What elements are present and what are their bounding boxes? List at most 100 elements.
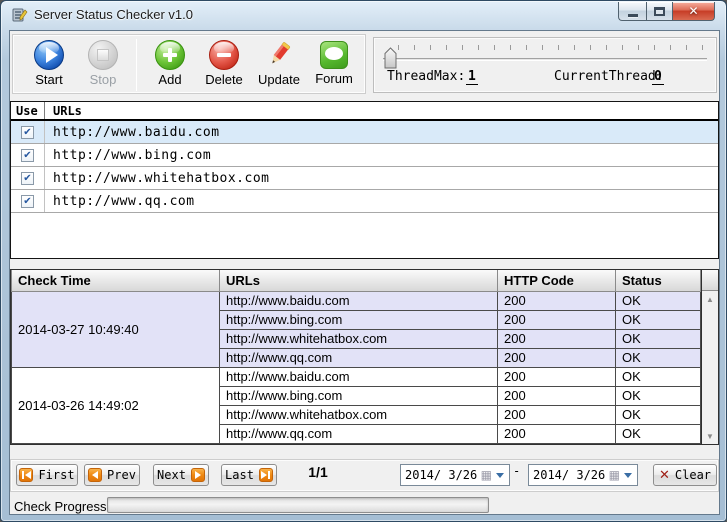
slider-tick-marks [398,45,704,50]
date-range-separator: - [513,464,520,486]
url-checkbox[interactable]: ✔ [21,195,34,208]
first-page-button[interactable]: First [16,464,78,486]
caption-buttons: ✕ [618,2,715,21]
result-url-cell: http://www.whitehatbox.com [220,329,498,348]
toolbar: Start Stop Add Delete [12,34,366,94]
url-checkbox[interactable]: ✔ [21,126,34,139]
chevron-down-icon[interactable] [496,473,504,482]
last-page-button[interactable]: Last [221,464,277,486]
url-row[interactable]: ✔ http://www.whitehatbox.com [11,167,718,190]
forum-chat-icon [320,41,348,69]
start-button[interactable]: Start [22,37,76,93]
maximize-button[interactable] [646,2,673,21]
result-code-cell: 200 [498,405,616,424]
url-text: http://www.qq.com [45,190,718,212]
chevron-down-icon[interactable] [624,473,632,482]
toolbar-separator [136,39,137,91]
next-page-button[interactable]: Next [153,464,209,486]
result-status-cell: OK [616,367,701,386]
scroll-up-icon[interactable]: ▲ [702,291,718,307]
threadmax-value: 1 [466,69,478,85]
window-title: Server Status Checker v1.0 [34,1,193,29]
results-scrollbar[interactable]: ▲ ▼ [701,270,718,444]
url-table-header: Use URLs [11,102,718,121]
result-code-cell: 200 [498,291,616,310]
result-status-cell: OK [616,329,701,348]
result-status-cell: OK [616,291,701,310]
first-label: First [38,468,74,482]
title-bar[interactable]: Server Status Checker v1.0 ✕ [1,1,726,30]
prev-icon [88,468,102,482]
page-indicator: 1/1 [293,464,343,486]
thread-slider-thumb[interactable] [384,47,397,69]
result-status-cell: OK [616,310,701,329]
use-column-header: Use [11,102,45,119]
check-time-column-header: Check Time [12,270,220,291]
result-url-cell: http://www.bing.com [220,386,498,405]
date-to-picker[interactable]: 2014/ 3/26 ▦ [528,464,638,486]
prev-page-button[interactable]: Prev [84,464,140,486]
forum-button[interactable]: Forum [307,37,361,93]
url-row[interactable]: ✔ http://www.bing.com [11,144,718,167]
clear-label: Clear [675,468,711,482]
results-table: Check Time URLs HTTP Code Status 2014-03… [10,269,719,445]
prev-label: Prev [107,468,136,482]
check-progress-bar [107,497,489,513]
url-checkbox[interactable]: ✔ [21,149,34,162]
currentthread-value: 0 [652,69,664,85]
app-icon [12,7,28,23]
result-status-cell: OK [616,348,701,367]
clear-x-icon: ✕ [659,468,670,483]
last-icon [259,468,273,482]
minimize-icon [628,14,638,17]
last-label: Last [225,468,254,482]
result-code-cell: 200 [498,424,616,443]
date-from-picker[interactable]: 2014/ 3/26 ▦ [400,464,510,486]
thread-panel: ThreadMax: 1 CurrentThread: 0 [373,37,717,93]
clear-button[interactable]: ✕ Clear [653,464,717,486]
first-icon [19,468,33,482]
result-code-cell: 200 [498,348,616,367]
result-url-cell: http://www.baidu.com [220,367,498,386]
url-checkbox[interactable]: ✔ [21,172,34,185]
url-text: http://www.whitehatbox.com [45,167,718,189]
scroll-down-icon[interactable]: ▼ [702,428,718,444]
url-row[interactable]: ✔ http://www.baidu.com [11,121,718,144]
results-header-row: Check Time URLs HTTP Code Status [12,270,701,291]
add-label: Add [158,72,181,87]
delete-label: Delete [205,72,243,87]
result-status-cell: OK [616,424,701,443]
stop-label: Stop [90,72,117,87]
urls-column-header: URLs [45,104,718,118]
url-row[interactable]: ✔ http://www.qq.com [11,190,718,213]
check-progress-label: Check Progress: [14,499,110,514]
threadmax-label: ThreadMax: [387,69,465,84]
url-table: Use URLs ✔ http://www.baidu.com ✔ http:/… [10,101,719,259]
add-button[interactable]: Add [143,37,197,93]
client-area: Start Stop Add Delete [9,30,720,515]
scrollbar-header-corner [702,270,718,291]
date-from-value: 2014/ 3/26 [401,468,481,482]
result-status-cell: OK [616,405,701,424]
result-row: 2014-03-26 14:49:02 http://www.baidu.com… [12,367,701,386]
app-window: Server Status Checker v1.0 ✕ Start Stop … [0,0,727,522]
calendar-icon[interactable]: ▦ [481,469,492,481]
result-code-cell: 200 [498,386,616,405]
minimize-button[interactable] [618,2,646,21]
forum-label: Forum [315,71,353,86]
thread-labels: ThreadMax: 1 CurrentThread: 0 [374,69,716,85]
next-label: Next [157,468,186,482]
http-code-column-header: HTTP Code [498,270,616,291]
close-button[interactable]: ✕ [673,2,715,21]
stop-button[interactable]: Stop [76,37,130,93]
calendar-icon[interactable]: ▦ [609,469,620,481]
result-code-cell: 200 [498,310,616,329]
result-code-cell: 200 [498,329,616,348]
thread-slider-track[interactable] [383,58,707,61]
delete-button[interactable]: Delete [197,37,251,93]
currentthread-label: CurrentThread: [554,69,664,84]
update-button[interactable]: Update [251,37,307,93]
check-time-cell: 2014-03-26 14:49:02 [12,367,220,443]
scrollbar-track[interactable] [702,307,718,428]
next-icon [191,468,205,482]
